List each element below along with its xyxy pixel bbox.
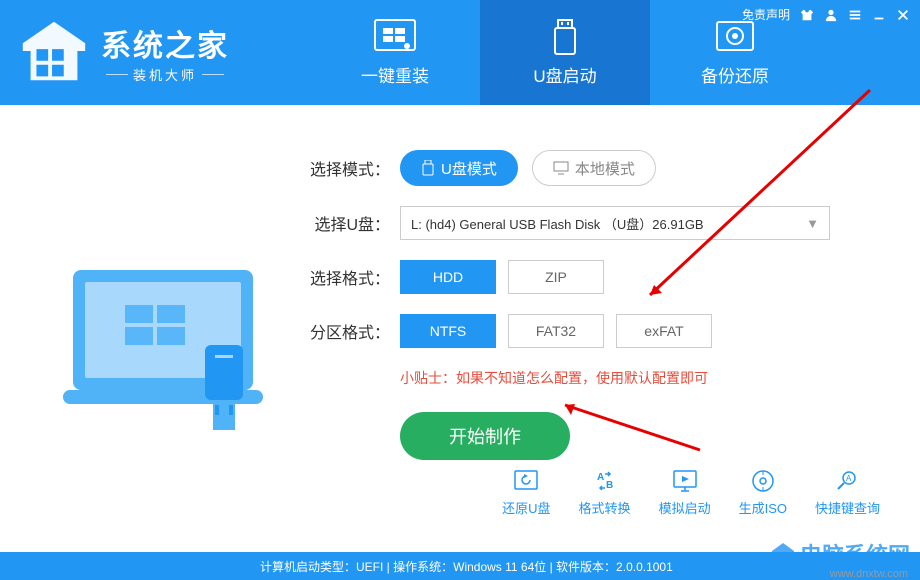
tools: 还原U盘 AB 格式转换 模拟启动 生成ISO A 快捷键查询 [502,468,880,517]
partition-ntfs-button[interactable]: NTFS [400,314,496,348]
tip-text: 小贴士：如果不知道怎么配置，使用默认配置即可 [400,368,880,388]
header: 免责声明 系统之家 装机大师 一键重装 U盘启动 备份还原 [0,0,920,105]
main-content: 选择模式： U盘模式 本地模式 选择U盘： L: (hd4) General U… [0,105,920,535]
svg-text:A: A [597,472,604,483]
svg-text:A: A [846,474,852,483]
tool-hotkey-query[interactable]: A 快捷键查询 [815,468,880,517]
logo-subtitle: 装机大师 [101,65,229,84]
usb-select[interactable]: L: (hd4) General USB Flash Disk （U盘）26.9… [400,206,830,240]
close-icon[interactable] [896,8,910,22]
tool-simulate-boot[interactable]: 模拟启动 [659,468,711,517]
usb-icon [421,160,435,176]
watermark-url: www.dnxtw.com [830,568,908,580]
iso-icon [749,468,777,494]
format-convert-icon: AB [591,468,619,494]
window-icon [373,18,417,56]
skin-icon[interactable] [800,8,814,22]
tab-label: U盘启动 [533,62,596,87]
restore-icon [713,18,757,56]
mode-local-button[interactable]: 本地模式 [532,150,656,186]
hotkey-icon: A [833,468,861,494]
minimize-icon[interactable] [872,8,886,22]
logo: 系统之家 装机大师 [0,14,310,92]
tool-restore-usb[interactable]: 还原U盘 [502,468,550,517]
mode-usb-button[interactable]: U盘模式 [400,150,518,186]
tool-format-convert[interactable]: AB 格式转换 [579,468,631,517]
user-icon[interactable] [824,8,838,22]
tab-label: 一键重装 [361,62,429,87]
disclaimer-link[interactable]: 免责声明 [742,6,790,23]
watermark-icon [770,541,796,567]
format-label: 选择格式： [310,265,400,289]
logo-title: 系统之家 [101,21,229,65]
start-button[interactable]: 开始制作 [400,412,570,460]
illustration [30,135,310,535]
tab-label: 备份还原 [701,62,769,87]
format-hdd-button[interactable]: HDD [400,260,496,294]
restore-usb-icon [512,468,540,494]
tool-generate-iso[interactable]: 生成ISO [739,468,787,517]
svg-text:B: B [606,480,613,491]
menu-icon[interactable] [848,8,862,22]
dropdown-icon: ▼ [806,216,819,231]
mode-label: 选择模式： [310,156,400,180]
format-zip-button[interactable]: ZIP [508,260,604,294]
usb-drive-icon [543,18,587,56]
partition-fat32-button[interactable]: FAT32 [508,314,604,348]
watermark: 电脑系统网 [770,538,910,570]
tab-reinstall[interactable]: 一键重装 [310,0,480,105]
topbar: 免责声明 [742,6,910,23]
monitor-icon [553,161,569,175]
logo-icon [15,14,93,92]
simulate-icon [671,468,699,494]
partition-exfat-button[interactable]: exFAT [616,314,712,348]
partition-label: 分区格式： [310,319,400,343]
tab-usb-boot[interactable]: U盘启动 [480,0,650,105]
usb-select-label: 选择U盘： [310,211,400,235]
